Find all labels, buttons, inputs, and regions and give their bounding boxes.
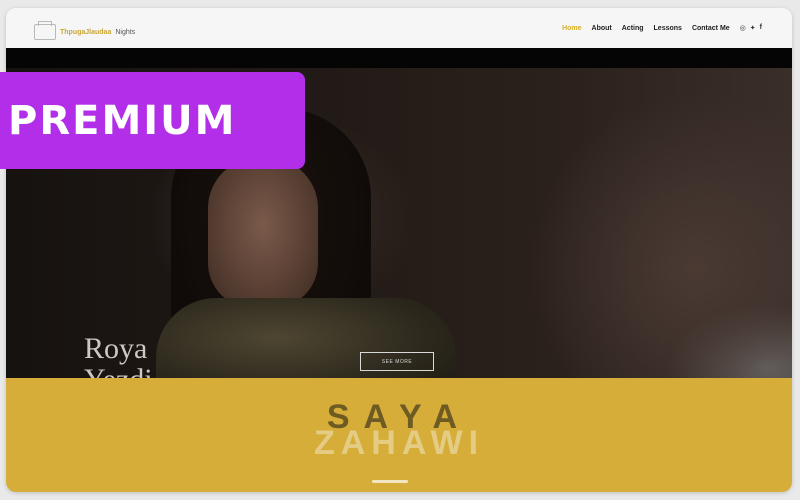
nav-item-home[interactable]: Home [562,25,581,32]
site-logo[interactable]: ThpugaJlaudaa Nights [34,21,136,40]
instagram-icon[interactable]: ◎ [740,24,746,32]
hero-name-second-line: Yezdi [84,365,153,378]
clapperboard-icon [34,21,56,40]
twitter-icon[interactable]: ✦ [750,24,756,32]
header-divider [6,48,792,69]
name-banner: SAYA ZAHAWI [6,378,792,492]
social-links: ◎ ✦ f [740,24,762,32]
banner-underline [372,480,408,483]
nav-item-acting[interactable]: Acting [622,25,644,32]
hero-photo-face [208,158,318,308]
logo-text-primary: ThpugaJlaudaa [60,28,112,36]
nav-item-lessons[interactable]: Lessons [654,25,682,32]
premium-badge: PREMIUM [0,72,305,169]
site-header: ThpugaJlaudaa Nights Home About Acting L… [6,8,792,48]
nav-item-about[interactable]: About [592,25,612,32]
nav-item-contact[interactable]: Contact Me [692,25,730,32]
facebook-icon[interactable]: f [760,24,762,32]
hero-name: Roya [84,332,148,365]
see-more-button[interactable]: SEE MORE [360,352,434,371]
banner-subtitle: ZAHAWI [313,424,485,462]
main-nav: Home About Acting Lessons Contact Me ◎ ✦… [562,24,762,32]
premium-label: PREMIUM [8,97,237,144]
logo-text-secondary: Nights [115,28,136,36]
